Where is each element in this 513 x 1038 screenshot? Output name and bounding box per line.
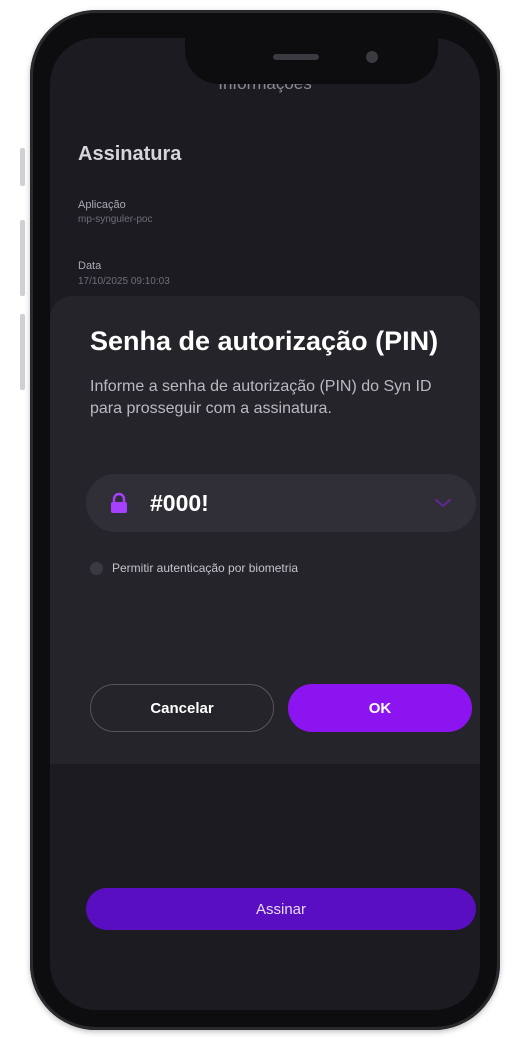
side-button-volume-down [20, 314, 25, 390]
app-label: Aplicação [78, 199, 126, 211]
speaker [273, 54, 319, 60]
chevron-down-icon[interactable] [434, 498, 452, 508]
dialog-title: Senha de autorização (PIN) [90, 326, 439, 356]
biometric-label: Permitir autenticação por biometria [112, 561, 299, 575]
biometric-checkbox[interactable] [90, 562, 103, 575]
side-button-mute [20, 148, 25, 186]
ok-button[interactable]: OK [288, 684, 472, 732]
dialog-description: Informe a senha de autorização (PIN) do … [90, 378, 432, 417]
pin-dialog: Senha de autorização (PIN) Informe a sen… [50, 296, 480, 764]
pin-input[interactable]: #000! [86, 474, 476, 532]
phone-frame: Informações Assinatura Aplicação mp-syng… [30, 10, 500, 1030]
date-label: Data [78, 260, 102, 272]
lock-icon [111, 492, 127, 513]
section-title: Assinatura [78, 143, 182, 165]
notch [185, 20, 438, 84]
sign-button[interactable]: Assinar [86, 888, 476, 930]
side-button-volume-up [20, 220, 25, 296]
date-value: 17/10/2025 09:10:03 [78, 276, 170, 287]
app-value: mp-synguler-poc [78, 214, 153, 225]
cancel-button[interactable]: Cancelar [90, 684, 274, 732]
pin-value: #000! [150, 490, 209, 516]
front-camera [366, 51, 378, 63]
app-screen: Informações Assinatura Aplicação mp-syng… [50, 38, 480, 1010]
